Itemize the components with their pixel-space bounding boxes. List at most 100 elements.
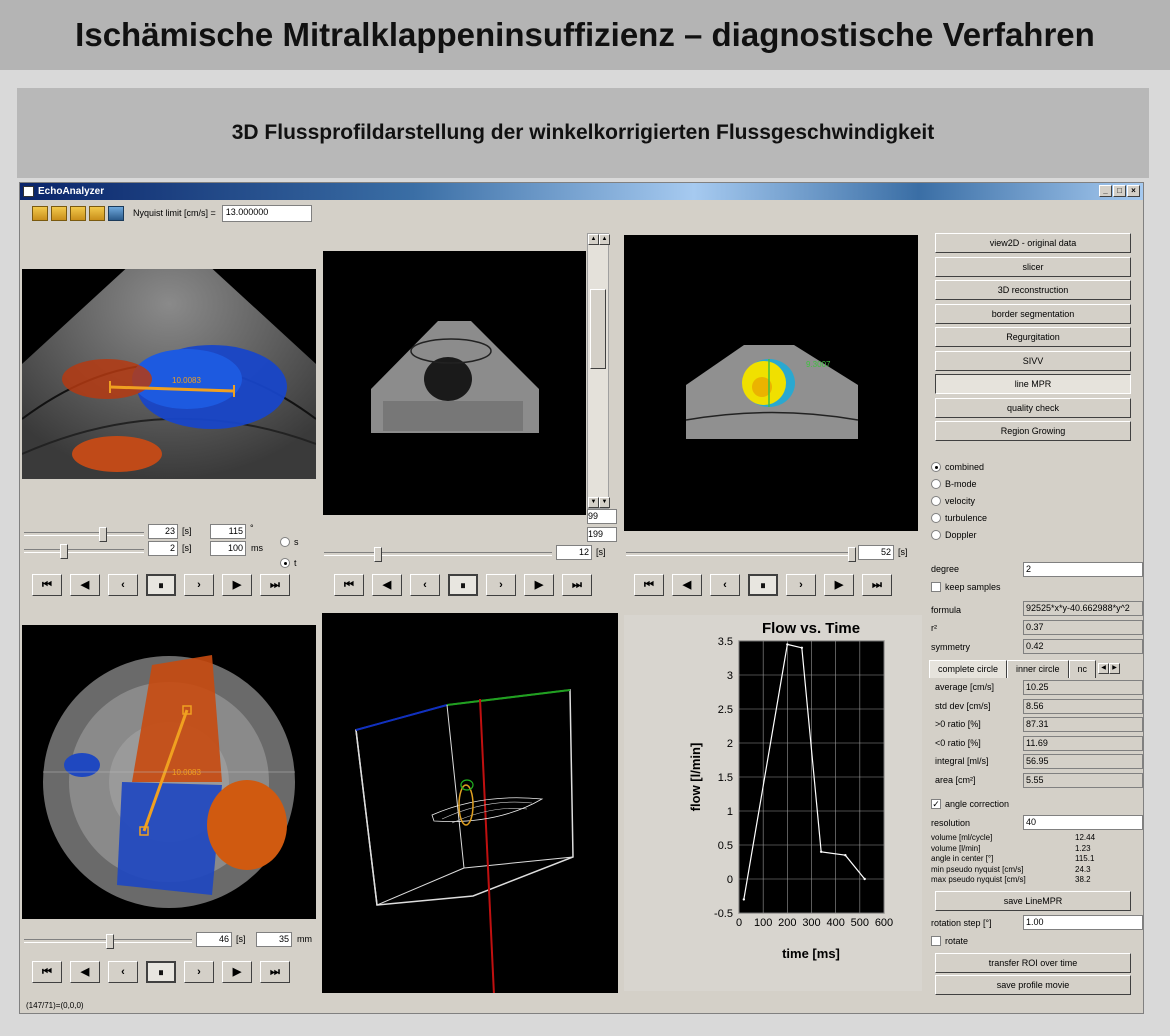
slider-frame[interactable] xyxy=(324,547,552,562)
nyquist-input[interactable]: 13.000000 xyxy=(221,204,312,222)
next-button[interactable]: › xyxy=(184,961,214,983)
next-button[interactable]: › xyxy=(184,574,214,596)
rotation-step-input[interactable]: 1.00 xyxy=(1023,915,1143,930)
scroll-down-icon[interactable]: ▼ xyxy=(588,497,599,508)
slider-thumb[interactable] xyxy=(848,547,856,562)
nav-button-quality-check[interactable]: quality check xyxy=(935,397,1131,418)
rotate-checkbox[interactable]: rotate xyxy=(931,936,968,946)
tab-nc[interactable]: nc xyxy=(1068,660,1097,678)
step-back-button[interactable]: ◀ xyxy=(672,574,702,596)
mode-radio-combined[interactable]: combined xyxy=(931,462,984,472)
minimize-button[interactable]: _ xyxy=(1099,185,1112,197)
last-frame-button[interactable]: ⏭ xyxy=(260,574,290,596)
first-frame-button[interactable]: ⏮ xyxy=(32,961,62,983)
close-button[interactable]: × xyxy=(1127,185,1140,197)
prev-button[interactable]: ‹ xyxy=(108,961,138,983)
time-field[interactable]: 2 xyxy=(148,541,178,556)
3d-flow-view[interactable] xyxy=(322,613,618,993)
slider-time[interactable] xyxy=(24,544,144,559)
nav-button-regurgitation[interactable]: Regurgitation xyxy=(935,327,1131,347)
next-button[interactable]: › xyxy=(486,574,516,596)
mode-radio-b-mode[interactable]: B-mode xyxy=(931,479,977,489)
nav-button-line-mpr[interactable]: line MPR xyxy=(935,374,1131,394)
step-back-button[interactable]: ◀ xyxy=(70,574,100,596)
slider-frame[interactable] xyxy=(24,934,192,949)
nav-button-view2d-original-data[interactable]: view2D - original data xyxy=(935,233,1131,253)
degree-input[interactable]: 2 xyxy=(1023,562,1143,577)
tab-scroll-right-icon[interactable]: ▶ xyxy=(1109,663,1121,674)
save-icon[interactable] xyxy=(108,205,124,221)
time-field-2[interactable]: 100 xyxy=(210,541,246,556)
maximize-button[interactable]: □ xyxy=(1113,185,1126,197)
prev-button[interactable]: ‹ xyxy=(410,574,440,596)
slider-thumb[interactable] xyxy=(374,547,382,562)
first-frame-button[interactable]: ⏮ xyxy=(32,574,62,596)
prev-button[interactable]: ‹ xyxy=(108,574,138,596)
scroll-thumb[interactable] xyxy=(590,289,606,369)
step-forward-button[interactable]: ▶ xyxy=(222,961,252,983)
step-back-button[interactable]: ◀ xyxy=(372,574,402,596)
echo-image-polar[interactable]: 10.0083 xyxy=(22,625,316,919)
nav-button-region-growing[interactable]: Region Growing xyxy=(935,421,1131,441)
step-forward-button[interactable]: ▶ xyxy=(222,574,252,596)
vertical-scrollbar[interactable]: ▲ ▲ ▼ ▼ xyxy=(587,233,610,509)
radio-t[interactable]: t xyxy=(280,558,297,568)
nav-button-slicer[interactable]: slicer xyxy=(935,256,1131,277)
save-linempr-button[interactable]: save LineMPR xyxy=(935,891,1131,911)
depth-field[interactable]: 35 xyxy=(256,932,292,947)
scroll-value-1[interactable]: 99 xyxy=(587,509,617,524)
frame-field[interactable]: 52 xyxy=(858,545,894,560)
step-forward-button[interactable]: ▶ xyxy=(524,574,554,596)
prev-button[interactable]: ‹ xyxy=(710,574,740,596)
last-frame-button[interactable]: ⏭ xyxy=(562,574,592,596)
tab-scroll-left-icon[interactable]: ◀ xyxy=(1098,663,1110,674)
slider-thumb[interactable] xyxy=(60,544,68,559)
slider-angle[interactable] xyxy=(24,527,144,542)
pause-button[interactable]: ⏸ xyxy=(448,574,478,596)
unit-label: [s] xyxy=(596,547,606,557)
nav-button-sivv[interactable]: SIVV xyxy=(935,350,1131,371)
open-icon[interactable] xyxy=(32,205,48,221)
tab-complete-circle[interactable]: complete circle xyxy=(929,660,1008,678)
echo-image-line-mpr[interactable]: 9.3007 xyxy=(624,235,918,531)
open-icon[interactable] xyxy=(70,205,86,221)
next-button[interactable]: › xyxy=(786,574,816,596)
nav-button-border-segmentation[interactable]: border segmentation xyxy=(935,303,1131,324)
last-frame-button[interactable]: ⏭ xyxy=(260,961,290,983)
nav-button-3d-reconstruction[interactable]: 3D reconstruction xyxy=(935,280,1131,300)
step-forward-button[interactable]: ▶ xyxy=(824,574,854,596)
mode-radio-velocity[interactable]: velocity xyxy=(931,496,975,506)
keep-samples-checkbox[interactable]: keep samples xyxy=(931,582,1001,592)
angle-correction-checkbox[interactable]: ✓ angle correction xyxy=(931,799,1009,809)
transfer-roi-button[interactable]: transfer ROI over time xyxy=(935,953,1131,973)
open-icon[interactable] xyxy=(51,205,67,221)
first-frame-button[interactable]: ⏮ xyxy=(334,574,364,596)
scroll-up-icon[interactable]: ▲ xyxy=(599,234,610,245)
angle-field-2[interactable]: 115 xyxy=(210,524,246,539)
open-icon[interactable] xyxy=(89,205,105,221)
frame-field[interactable]: 46 xyxy=(196,932,232,947)
scroll-up-icon[interactable]: ▲ xyxy=(588,234,599,245)
frame-field[interactable]: 12 xyxy=(556,545,592,560)
scroll-down-icon[interactable]: ▼ xyxy=(599,497,610,508)
window-titlebar[interactable]: EchoAnalyzer _ □ × xyxy=(20,183,1143,200)
first-frame-button[interactable]: ⏮ xyxy=(634,574,664,596)
slider-frame[interactable] xyxy=(626,547,856,562)
echo-image-long-axis[interactable]: 10.0083 xyxy=(22,269,316,479)
angle-field[interactable]: 23 xyxy=(148,524,178,539)
slider-thumb[interactable] xyxy=(99,527,107,542)
tab-inner-circle[interactable]: inner circle xyxy=(1007,660,1069,678)
radio-s[interactable]: s xyxy=(280,537,299,547)
slider-thumb[interactable] xyxy=(106,934,114,949)
step-back-button[interactable]: ◀ xyxy=(70,961,100,983)
pause-button[interactable]: ⏸ xyxy=(146,961,176,983)
save-profile-movie-button[interactable]: save profile movie xyxy=(935,975,1131,995)
pause-button[interactable]: ⏸ xyxy=(748,574,778,596)
mode-radio-doppler[interactable]: Doppler xyxy=(931,530,977,540)
scroll-value-2[interactable]: 199 xyxy=(587,527,617,542)
resolution-input[interactable]: 40 xyxy=(1023,815,1143,830)
echo-image-short-axis[interactable] xyxy=(323,251,586,515)
pause-button[interactable]: ⏸ xyxy=(146,574,176,596)
last-frame-button[interactable]: ⏭ xyxy=(862,574,892,596)
mode-radio-turbulence[interactable]: turbulence xyxy=(931,513,987,523)
